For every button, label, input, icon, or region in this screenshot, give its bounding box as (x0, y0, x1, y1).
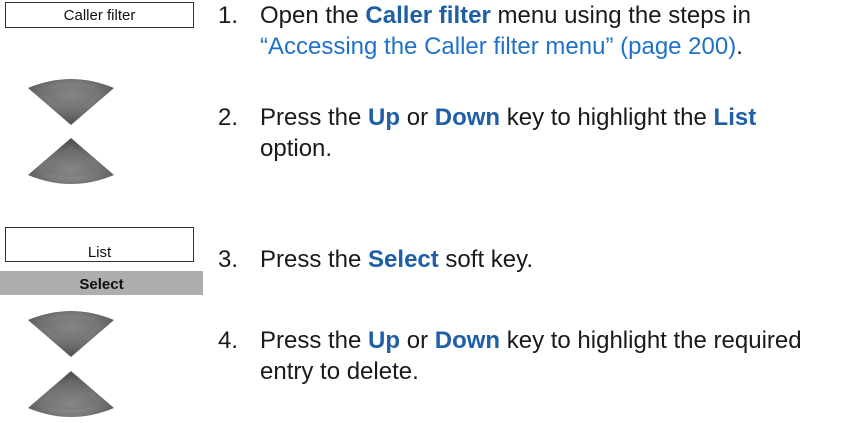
step-text: Press the Select soft key. (260, 244, 862, 275)
step-keyword: Down (434, 104, 501, 131)
step-text-part: key to highlight the required (500, 327, 802, 354)
list-screen: List (5, 227, 194, 262)
step-text-part: menu using the steps in (490, 2, 751, 29)
step-keyword: Up (368, 327, 401, 354)
step-text-part: or (400, 104, 435, 131)
step-keyword: Caller filter (365, 2, 491, 29)
step-keyword: Select (368, 246, 439, 273)
step-text: Press the Up or Down key to highlight th… (260, 102, 862, 164)
step-text-part: Press the (260, 246, 369, 273)
step-text-part: or (400, 327, 435, 354)
step-text-part: . (736, 33, 743, 60)
step-text-part: key to highlight the (500, 104, 714, 131)
step-text-part: option. (260, 135, 333, 162)
step-keyword: Down (434, 327, 501, 354)
navigation-down-key-icon (28, 371, 114, 417)
select-softkey-label: Select (79, 276, 124, 293)
step-text-part: Press the (260, 104, 369, 131)
step-text-part: soft key. (438, 246, 534, 273)
step-text-part: Open the (260, 2, 366, 29)
step-number: 4. (218, 327, 239, 354)
step-number: 2. (218, 104, 239, 131)
step-keyword: List (713, 104, 757, 131)
step-text-part: Press the (260, 327, 369, 354)
step-keyword: Up (368, 104, 401, 131)
step-text: Press the Up or Down key to highlight th… (260, 325, 862, 387)
step-number: 1. (218, 2, 239, 29)
caller-filter-screen: Caller filter (5, 2, 194, 28)
caller-filter-screen-label: Caller filter (63, 7, 136, 24)
step-number: 3. (218, 246, 239, 273)
cross-reference-link[interactable]: “Accessing the Caller filter menu” (page… (260, 33, 736, 60)
step-text-part: entry to delete. (260, 358, 419, 385)
navigation-up-key-icon (28, 79, 114, 125)
navigation-down-key-icon (28, 138, 114, 184)
step-text: Open the Caller filter menu using the st… (260, 0, 862, 62)
navigation-up-key-icon (28, 311, 114, 357)
select-softkey[interactable]: Select (0, 271, 203, 295)
